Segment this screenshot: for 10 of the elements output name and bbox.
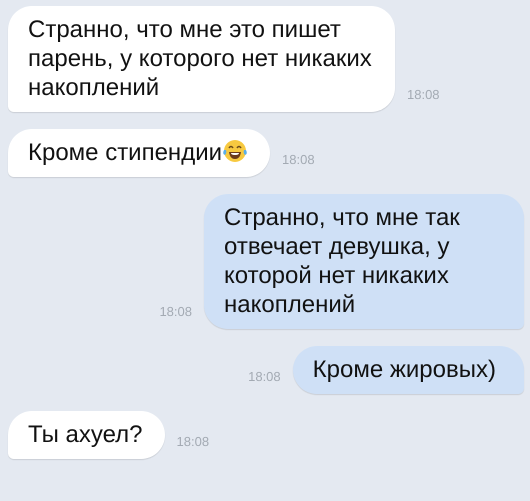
message-time: 18:08 xyxy=(176,434,210,451)
message-text: Странно, что мне так отвечает девушка, у которой нет никаких накоплений xyxy=(224,204,460,318)
message-time: 18:08 xyxy=(282,152,315,169)
message-time: 18:08 xyxy=(407,87,440,104)
message-text: Кроме стипендии xyxy=(28,139,222,166)
message-time: 18:08 xyxy=(248,369,281,386)
message-text: Странно, что мне это пишет парень, у которого нет никаких накоплений xyxy=(28,16,372,101)
message-text: Кроме жировых) xyxy=(312,356,496,383)
message-text: Ты ахуел? xyxy=(28,421,143,448)
message-time: 18:08 xyxy=(159,304,192,321)
